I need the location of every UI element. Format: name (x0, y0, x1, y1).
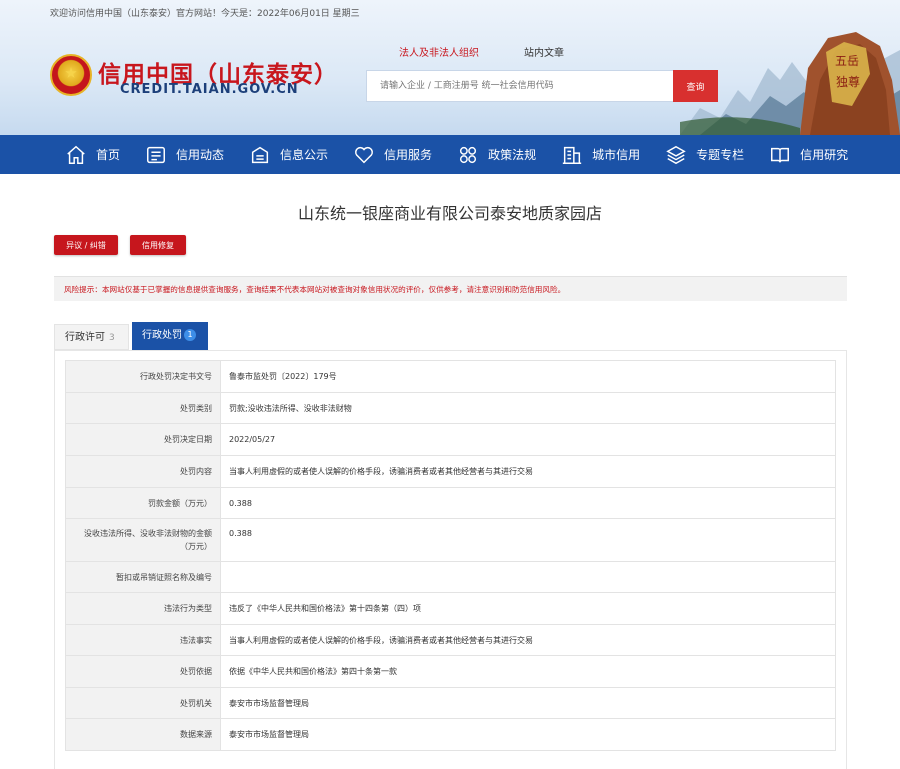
nav-item-city-credit[interactable]: 城市信用 (561, 135, 640, 174)
tab-administrative-license[interactable]: 行政许可 3 (54, 324, 129, 350)
nav-item-credit-news[interactable]: 信用动态 (145, 135, 224, 174)
field-key: 处罚类别 (65, 392, 221, 424)
field-key: 处罚机关 (65, 687, 221, 719)
table-row: 处罚类别 罚款;没收违法所得、没收非法财物 (65, 392, 836, 424)
tab-administrative-penalty[interactable]: 行政处罚 1 (132, 322, 208, 350)
tab-label: 行政处罚 (142, 330, 182, 341)
building-icon (562, 146, 582, 164)
nav-item-label: 信用服务 (384, 148, 433, 162)
home-icon (67, 145, 85, 164)
field-key: 处罚决定日期 (65, 423, 221, 456)
tab-count: 3 (109, 333, 115, 343)
field-value: 鲁泰市监处罚〔2022〕179号 (220, 360, 836, 393)
grid-icon (459, 146, 477, 163)
field-key: 处罚依据 (65, 655, 221, 688)
site-url: CREDIT.TAIAN.GOV.CN (120, 82, 299, 97)
table-row: 处罚决定日期 2022/05/27 (65, 423, 836, 456)
penalty-detail-table: 行政处罚决定书文号 鲁泰市监处罚〔2022〕179号 处罚类别 罚款;没收违法所得、… (65, 360, 836, 751)
field-key: 数据来源 (65, 718, 221, 751)
nav-item-label: 信息公示 (280, 148, 329, 162)
field-value: 当事人利用虚假的或者使人误解的价格手段，诱骗消费者或者其他经营者与其进行交易 (220, 624, 836, 656)
search-input[interactable] (366, 70, 674, 102)
search-tab-site-articles[interactable]: 站内文章 (524, 44, 564, 59)
nav-item-label: 信用动态 (176, 148, 225, 162)
national-emblem-icon (50, 54, 92, 96)
book-icon (771, 147, 790, 162)
field-value: 泰安市市场监督管理局 (220, 718, 836, 751)
field-value: 0.388 (220, 487, 836, 519)
tab-count-badge: 1 (184, 329, 196, 341)
field-value: 0.388 (220, 518, 836, 562)
table-row: 暂扣或吊销证照名称及编号 (65, 561, 836, 593)
nav-item-label: 首页 (96, 148, 121, 162)
field-key: 违法事实 (65, 624, 221, 656)
table-row: 数据来源 泰安市市场监督管理局 (65, 718, 836, 751)
nav-item-credit-service[interactable]: 信用服务 (353, 135, 432, 174)
news-icon (147, 146, 165, 163)
main-nav: 首页 信用动态 信息公示 信用服务 政策法规 城市信用 专题专栏 信用研究 (0, 135, 900, 174)
svg-text:五岳: 五岳 (835, 54, 859, 68)
field-value: 当事人利用虚假的或者使人误解的价格手段，诱骗消费者或者其他经营者与其进行交易 (220, 455, 836, 488)
svg-text:独尊: 独尊 (836, 74, 860, 89)
field-key: 罚款金额（万元） (65, 487, 221, 519)
table-row: 没收违法所得、没收非法财物的金额（万元） 0.388 (65, 518, 836, 562)
layers-icon (666, 145, 686, 164)
nav-item-special-topics[interactable]: 专题专栏 (665, 135, 744, 174)
bulletin-icon (251, 146, 269, 163)
field-key: 暂扣或吊销证照名称及编号 (65, 561, 221, 593)
heart-icon (355, 146, 374, 163)
objection-correction-button[interactable]: 异议 / 纠错 (54, 235, 118, 255)
welcome-text: 欢迎访问信用中国（山东泰安）官方网站！今天是：2022年06月01日 星期三 (50, 9, 360, 19)
nav-item-label: 政策法规 (488, 148, 537, 162)
company-name: 山东统一银座商业有限公司泰安地质家园店 (297, 204, 602, 223)
site-header: 欢迎访问信用中国（山东泰安）官方网站！今天是：2022年06月01日 星期三 信… (0, 0, 900, 135)
field-value: 依据《中华人民共和国价格法》第四十条第一款 (220, 655, 836, 688)
nav-item-credit-research[interactable]: 信用研究 (769, 135, 848, 174)
nav-item-label: 专题专栏 (696, 148, 745, 162)
table-row: 罚款金额（万元） 0.388 (65, 487, 836, 519)
nav-item-label: 城市信用 (592, 148, 641, 162)
field-value: 2022/05/27 (220, 423, 836, 456)
field-value (220, 561, 836, 593)
field-value: 违反了《中华人民共和国价格法》第十四条第（四）项 (220, 592, 836, 625)
nav-item-info-disclosure[interactable]: 信息公示 (249, 135, 328, 174)
field-key: 违法行为类型 (65, 592, 221, 625)
field-key: 没收违法所得、没收非法财物的金额（万元） (65, 518, 221, 562)
field-key: 行政处罚决定书文号 (65, 360, 221, 393)
table-row: 处罚内容 当事人利用虚假的或者使人误解的价格手段，诱骗消费者或者其他经营者与其进行… (65, 455, 836, 488)
table-row: 违法行为类型 违反了《中华人民共和国价格法》第十四条第（四）项 (65, 592, 836, 625)
nav-item-policy[interactable]: 政策法规 (457, 135, 536, 174)
search-tab-legal-entity[interactable]: 法人及非法人组织 (399, 44, 479, 59)
field-value: 泰安市市场监督管理局 (220, 687, 836, 719)
risk-notice: 风险提示：本网站仅基于已掌握的信息提供查询服务，查询结果不代表本网站对被查询对象… (54, 276, 847, 301)
field-key: 处罚内容 (65, 455, 221, 488)
table-row: 违法事实 当事人利用虚假的或者使人误解的价格手段，诱骗消费者或者其他经营者与其进行… (65, 624, 836, 656)
table-row: 处罚机关 泰安市市场监督管理局 (65, 687, 836, 719)
mount-tai-illustration: 五岳 独尊 (680, 32, 900, 135)
table-row: 处罚依据 依据《中华人民共和国价格法》第四十条第一款 (65, 655, 836, 688)
tab-label: 行政许可 (65, 332, 105, 343)
nav-item-label: 信用研究 (800, 148, 849, 162)
nav-item-home[interactable]: 首页 (65, 135, 120, 174)
credit-repair-button[interactable]: 信用修复 (130, 235, 186, 255)
table-row: 行政处罚决定书文号 鲁泰市监处罚〔2022〕179号 (65, 360, 836, 393)
field-value: 罚款;没收违法所得、没收非法财物 (220, 392, 836, 424)
